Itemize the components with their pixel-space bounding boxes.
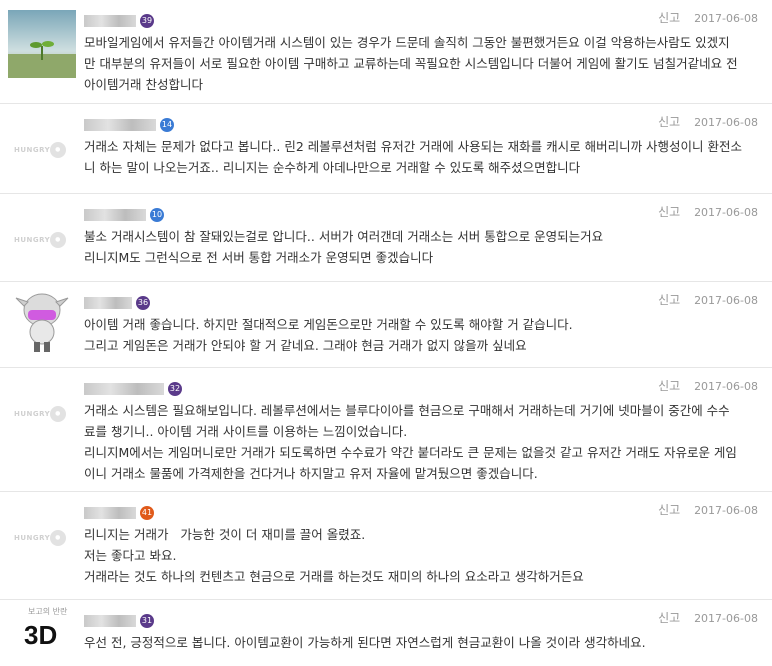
- comment-line: 거래소 자체는 문제가 없다고 봅니다.. 린2 레볼루션처럼 유저간 거래에 …: [84, 139, 743, 154]
- comment-text: 리니지는 거래가 가능한 것이 더 재미를 끌어 올렸죠. 저는 좋다고 봐요.…: [84, 524, 758, 587]
- report-link[interactable]: 신고: [658, 293, 680, 307]
- nickname-text[interactable]: [84, 614, 136, 627]
- hungry-logo-icon: ●: [50, 530, 66, 546]
- hungry-app-logo: HUNGRY ●: [14, 526, 68, 548]
- report-link[interactable]: 신고: [658, 503, 680, 517]
- hungry-logo-text: HUNGRY: [14, 236, 51, 244]
- level-badge: 31: [140, 613, 154, 628]
- avatar[interactable]: [8, 288, 76, 356]
- nickname[interactable]: 14: [84, 114, 174, 132]
- comment-line: 모바일게임에서 유저들간 아이템거래 시스템이 있는 경우가 드문데 솔직히 그…: [84, 35, 730, 50]
- comment-line: 거래라는 것도 하나의 컨텐츠고 현금으로 거래를 하는것도 재미의 하나의 요…: [84, 569, 584, 584]
- comment-line: 이니 거래소 물품에 가격제한을 건다거나 하지말고 유저 자율에 맡겨뒀으면 …: [84, 466, 538, 481]
- comment-line: 저는 좋다고 봐요.: [84, 548, 177, 563]
- nickname-text[interactable]: [84, 506, 136, 519]
- comment-line: 리니지M에서는 게임머니로만 거래가 되도록하면 수수료가 약간 붙더라도 큰 …: [84, 445, 737, 460]
- comment-item: HUNGRY ● 41 신고 2017-06-08 리니지는 거래가 가능한 것…: [0, 492, 772, 600]
- nickname-text[interactable]: [84, 118, 156, 131]
- level-badge: 36: [136, 295, 150, 310]
- level-badge: 10: [150, 207, 164, 222]
- hungry-logo-text: HUNGRY: [14, 410, 51, 418]
- comment-line: 거래소 시스템은 필요해보입니다. 레볼루션에서는 블루다이아를 현금으로 구매…: [84, 403, 730, 418]
- nickname[interactable]: 31: [84, 610, 154, 628]
- comment-date: 2017-06-08: [694, 12, 758, 25]
- hungry-logo-icon: ●: [50, 142, 66, 158]
- comment-meta: 신고 2017-06-08: [658, 501, 758, 518]
- level-badge: 14: [160, 117, 174, 132]
- report-link[interactable]: 신고: [658, 205, 680, 219]
- comment-date: 2017-06-08: [694, 206, 758, 219]
- comment-line: 아이템 거래 좋습니다. 하지만 절대적으로 게임돈으로만 거래할 수 있도록 …: [84, 317, 573, 332]
- comment-item: HUNGRY ● 10 신고 2017-06-08 불소 거래시스템이 참 잘돼…: [0, 194, 772, 282]
- comment-line: 리니지는 거래가 가능한 것이 더 재미를 끌어 올렸죠.: [84, 527, 366, 542]
- hungry-logo-text: HUNGRY: [14, 534, 51, 542]
- comment-meta: 신고 2017-06-08: [658, 377, 758, 394]
- hungry-app-logo: HUNGRY ●: [14, 138, 68, 160]
- comment-line: 니 하는 말이 나오는거죠.. 리니지는 순수하게 아데나만으로 거래할 수 있…: [84, 160, 581, 175]
- nickname-text[interactable]: [84, 14, 136, 27]
- comment-line: 만 대부분의 유저들이 서로 필요한 아이템 구매하고 교류하는데 꼭필요한 시…: [84, 56, 738, 71]
- nickname[interactable]: 41: [84, 502, 154, 520]
- comment-item: 39 신고 2017-06-08 모바일게임에서 유저들간 아이템거래 시스템이…: [0, 0, 772, 104]
- avatar-logo-text: 3D: [24, 620, 58, 650]
- level-badge: 39: [140, 13, 154, 28]
- comment-item: HUNGRY ● 32 신고 2017-06-08 거래소 시스템은 필요해보입…: [0, 368, 772, 492]
- comment-line: 불소 거래시스템이 참 잘돼있는걸로 압니다.. 서버가 여러갠데 거래소는 서…: [84, 229, 604, 244]
- comment-meta: 신고 2017-06-08: [658, 609, 758, 626]
- comment-date: 2017-06-08: [694, 294, 758, 307]
- comment-list: 39 신고 2017-06-08 모바일게임에서 유저들간 아이템거래 시스템이…: [0, 0, 772, 666]
- avatar[interactable]: [8, 10, 76, 78]
- comment-text: 거래소 자체는 문제가 없다고 봅니다.. 린2 레볼루션처럼 유저간 거래에 …: [84, 136, 758, 178]
- nickname-text[interactable]: [84, 296, 132, 309]
- comment-item: 보고의 반란 3D 31 신고 2017-06-08 우선 전, 긍정적으로 봅…: [0, 600, 772, 666]
- hungry-logo-icon: ●: [50, 232, 66, 248]
- comment-meta: 신고 2017-06-08: [658, 291, 758, 308]
- nickname[interactable]: 36: [84, 292, 150, 310]
- comment-line: 아이템거래 찬성합니다: [84, 77, 203, 92]
- nickname[interactable]: 32: [84, 378, 182, 396]
- level-badge: 41: [140, 505, 154, 520]
- hungry-logo-icon: ●: [50, 406, 66, 422]
- comment-line: 우선 전, 긍정적으로 봅니다. 아이템교환이 가능하게 된다면 자연스럽게 현…: [84, 635, 646, 650]
- comment-text: 아이템 거래 좋습니다. 하지만 절대적으로 게임돈으로만 거래할 수 있도록 …: [84, 314, 758, 356]
- hungry-logo-text: HUNGRY: [14, 146, 51, 154]
- comment-date: 2017-06-08: [694, 504, 758, 517]
- report-link[interactable]: 신고: [658, 379, 680, 393]
- nickname[interactable]: 10: [84, 204, 164, 222]
- comment-line: 리니지M도 그런식으로 전 서버 통합 거래소가 운영되면 좋겠습니다: [84, 250, 434, 265]
- comment-item: HUNGRY ● 14 신고 2017-06-08 거래소 자체는 문제가 없다…: [0, 104, 772, 194]
- avatar-caption: 보고의 반란: [28, 607, 68, 616]
- report-link[interactable]: 신고: [658, 11, 680, 25]
- avatar[interactable]: 보고의 반란 3D: [14, 606, 74, 658]
- comment-text: 불소 거래시스템이 참 잘돼있는걸로 압니다.. 서버가 여러갠데 거래소는 서…: [84, 226, 758, 268]
- comment-meta: 신고 2017-06-08: [658, 9, 758, 26]
- comment-line: 료를 챙기니.. 아이템 거래 사이트를 이용하는 느낌이었습니다.: [84, 424, 408, 439]
- comment-line: 그리고 게임돈은 거래가 안되야 할 거 같네요. 그래야 현금 거래가 없지 …: [84, 338, 527, 353]
- nickname[interactable]: 39: [84, 10, 154, 28]
- comment-meta: 신고 2017-06-08: [658, 203, 758, 220]
- comment-date: 2017-06-08: [694, 116, 758, 129]
- comment-meta: 신고 2017-06-08: [658, 113, 758, 130]
- hungry-app-logo: HUNGRY ●: [14, 228, 68, 250]
- nickname-text[interactable]: [84, 208, 146, 221]
- comment-item: 36 신고 2017-06-08 아이템 거래 좋습니다. 하지만 절대적으로 …: [0, 282, 772, 368]
- hungry-app-logo: HUNGRY ●: [14, 402, 68, 424]
- comment-text: 거래소 시스템은 필요해보입니다. 레볼루션에서는 블루다이아를 현금으로 구매…: [84, 400, 758, 484]
- comment-date: 2017-06-08: [694, 380, 758, 393]
- report-link[interactable]: 신고: [658, 115, 680, 129]
- comment-text: 우선 전, 긍정적으로 봅니다. 아이템교환이 가능하게 된다면 자연스럽게 현…: [84, 632, 758, 653]
- level-badge: 32: [168, 381, 182, 396]
- report-link[interactable]: 신고: [658, 611, 680, 625]
- comment-date: 2017-06-08: [694, 612, 758, 625]
- nickname-text[interactable]: [84, 382, 164, 395]
- comment-text: 모바일게임에서 유저들간 아이템거래 시스템이 있는 경우가 드문데 솔직히 그…: [84, 32, 758, 95]
